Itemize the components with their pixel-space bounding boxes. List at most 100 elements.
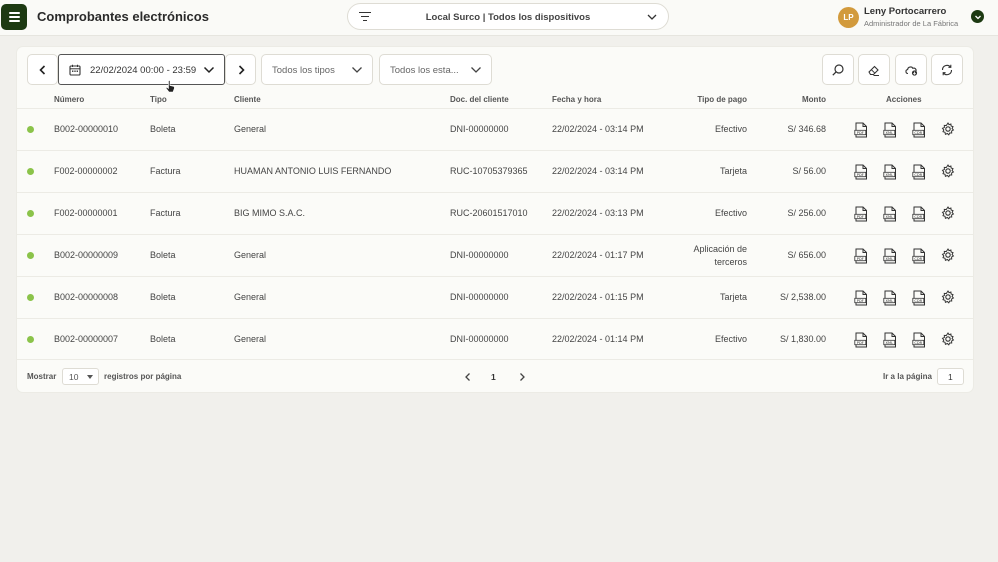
cell-numero: B002-00000007 [54, 334, 119, 344]
cdr-icon[interactable]: CDR [912, 248, 926, 264]
cell-tipo: Factura [150, 166, 181, 176]
status-dot [27, 210, 34, 217]
date-range-picker[interactable]: 22/02/2024 00:00 - 23:59 [58, 54, 225, 85]
cdr-icon[interactable]: CDR [912, 122, 926, 138]
cell-tipo: Boleta [150, 250, 176, 260]
pdf-icon[interactable]: PDF [854, 290, 868, 306]
column-header-doc[interactable]: Doc. del cliente [450, 95, 509, 104]
column-header-numero[interactable]: Número [54, 95, 84, 104]
column-header-cliente[interactable]: Cliente [234, 95, 261, 104]
cell-numero: F002-00000002 [54, 166, 118, 176]
xml-icon[interactable]: XML [883, 206, 897, 222]
chevron-down-icon [203, 66, 215, 74]
calendar-icon [69, 64, 81, 76]
column-header-tipo[interactable]: Tipo [150, 95, 167, 104]
cdr-icon[interactable]: CDR [912, 332, 926, 348]
svg-text:XML: XML [886, 257, 894, 261]
gear-icon[interactable] [941, 206, 955, 222]
table-row[interactable]: F002-00000002 Factura HUAMAN ANTONIO LUI… [17, 150, 973, 192]
cell-monto: S/ 346.68 [787, 124, 826, 134]
cell-monto: S/ 256.00 [787, 208, 826, 218]
cell-pago: Aplicación de terceros [693, 244, 747, 267]
pdf-icon[interactable]: PDF [854, 206, 868, 222]
current-page[interactable]: 1 [491, 372, 496, 382]
gear-icon[interactable] [941, 122, 955, 138]
cell-cliente: General [234, 124, 267, 134]
search-button[interactable] [822, 54, 854, 85]
xml-icon[interactable]: XML [883, 332, 897, 348]
per-page-select[interactable]: 10 [62, 368, 99, 385]
status-dot [27, 126, 34, 133]
goto-page-label: Ir a la página [883, 372, 932, 381]
location-filter-select[interactable]: Local Surco | Todos los dispositivos [347, 3, 669, 30]
menu-icon[interactable] [1, 4, 27, 30]
goto-page-value: 1 [948, 372, 953, 382]
cell-pago: Efectivo [714, 124, 747, 134]
svg-text:PDF: PDF [857, 341, 864, 345]
gear-icon[interactable] [941, 332, 955, 348]
column-header-monto[interactable]: Monto [802, 95, 826, 104]
per-page-value: 10 [69, 372, 79, 382]
row-actions: PDF XML CDR [854, 248, 955, 264]
cell-pago: Tarjeta [719, 292, 747, 302]
status-dot [27, 294, 34, 301]
caret-down-icon [87, 375, 93, 379]
cell-pago: Efectivo [714, 334, 747, 344]
cell-cliente: BIG MIMO S.A.C. [234, 208, 306, 218]
previous-date-button[interactable] [27, 54, 58, 85]
cell-cliente: HUAMAN ANTONIO LUIS FERNANDO [234, 166, 392, 176]
cdr-icon[interactable]: CDR [912, 290, 926, 306]
table-row[interactable]: B002-00000007 Boleta General DNI-0000000… [17, 318, 973, 360]
pdf-icon[interactable]: PDF [854, 164, 868, 180]
row-actions: PDF XML CDR [854, 332, 955, 348]
refresh-button[interactable] [931, 54, 963, 85]
table-header: Número Tipo Cliente Doc. del cliente Fec… [17, 93, 973, 107]
download-button[interactable] [895, 54, 927, 85]
xml-icon[interactable]: XML [883, 164, 897, 180]
gear-icon[interactable] [941, 290, 955, 306]
table-row[interactable]: F002-00000001 Factura BIG MIMO S.A.C. RU… [17, 192, 973, 234]
cell-pago: Efectivo [714, 208, 747, 218]
status-dot [27, 252, 34, 259]
column-header-pago[interactable]: Tipo de pago [697, 95, 747, 104]
xml-icon[interactable]: XML [883, 248, 897, 264]
hand-cursor-icon [165, 80, 175, 93]
cdr-icon[interactable]: CDR [912, 206, 926, 222]
xml-icon[interactable]: XML [883, 290, 897, 306]
gear-icon[interactable] [941, 164, 955, 180]
status-dot [27, 336, 34, 343]
pdf-icon[interactable]: PDF [854, 122, 868, 138]
chevron-down-icon [471, 67, 481, 73]
type-select-value: Todos los tipos [272, 65, 335, 76]
next-date-button[interactable] [225, 54, 256, 85]
cell-tipo: Boleta [150, 334, 176, 344]
status-select[interactable]: Todos los esta... [379, 54, 492, 85]
table-row[interactable]: B002-00000008 Boleta General DNI-0000000… [17, 276, 973, 318]
gear-icon[interactable] [941, 248, 955, 264]
cell-doc: RUC-20601517010 [450, 208, 528, 218]
xml-icon[interactable]: XML [883, 122, 897, 138]
cdr-icon[interactable]: CDR [912, 164, 926, 180]
table-body: B002-00000010 Boleta General DNI-0000000… [17, 108, 973, 360]
per-page-label: registros por página [104, 372, 182, 381]
page-title: Comprobantes electrónicos [37, 9, 209, 24]
show-label: Mostrar [27, 372, 57, 381]
type-select[interactable]: Todos los tipos [261, 54, 373, 85]
row-actions: PDF XML CDR [854, 290, 955, 306]
svg-text:XML: XML [886, 215, 894, 219]
table-row[interactable]: B002-00000010 Boleta General DNI-0000000… [17, 108, 973, 150]
column-header-fecha[interactable]: Fecha y hora [552, 95, 601, 104]
chevron-left-icon[interactable] [463, 372, 473, 382]
avatar: LP [838, 7, 859, 28]
status-select-value: Todos los esta... [390, 65, 459, 76]
pdf-icon[interactable]: PDF [854, 332, 868, 348]
table-row[interactable]: B002-00000009 Boleta General DNI-0000000… [17, 234, 973, 276]
pdf-icon[interactable]: PDF [854, 248, 868, 264]
svg-text:CDR: CDR [914, 299, 922, 303]
chevron-right-icon[interactable] [517, 372, 527, 382]
svg-text:XML: XML [886, 131, 894, 135]
svg-text:XML: XML [886, 299, 894, 303]
clear-filters-button[interactable] [858, 54, 890, 85]
chevron-down-icon[interactable] [971, 10, 984, 23]
goto-page-input[interactable]: 1 [937, 368, 964, 385]
